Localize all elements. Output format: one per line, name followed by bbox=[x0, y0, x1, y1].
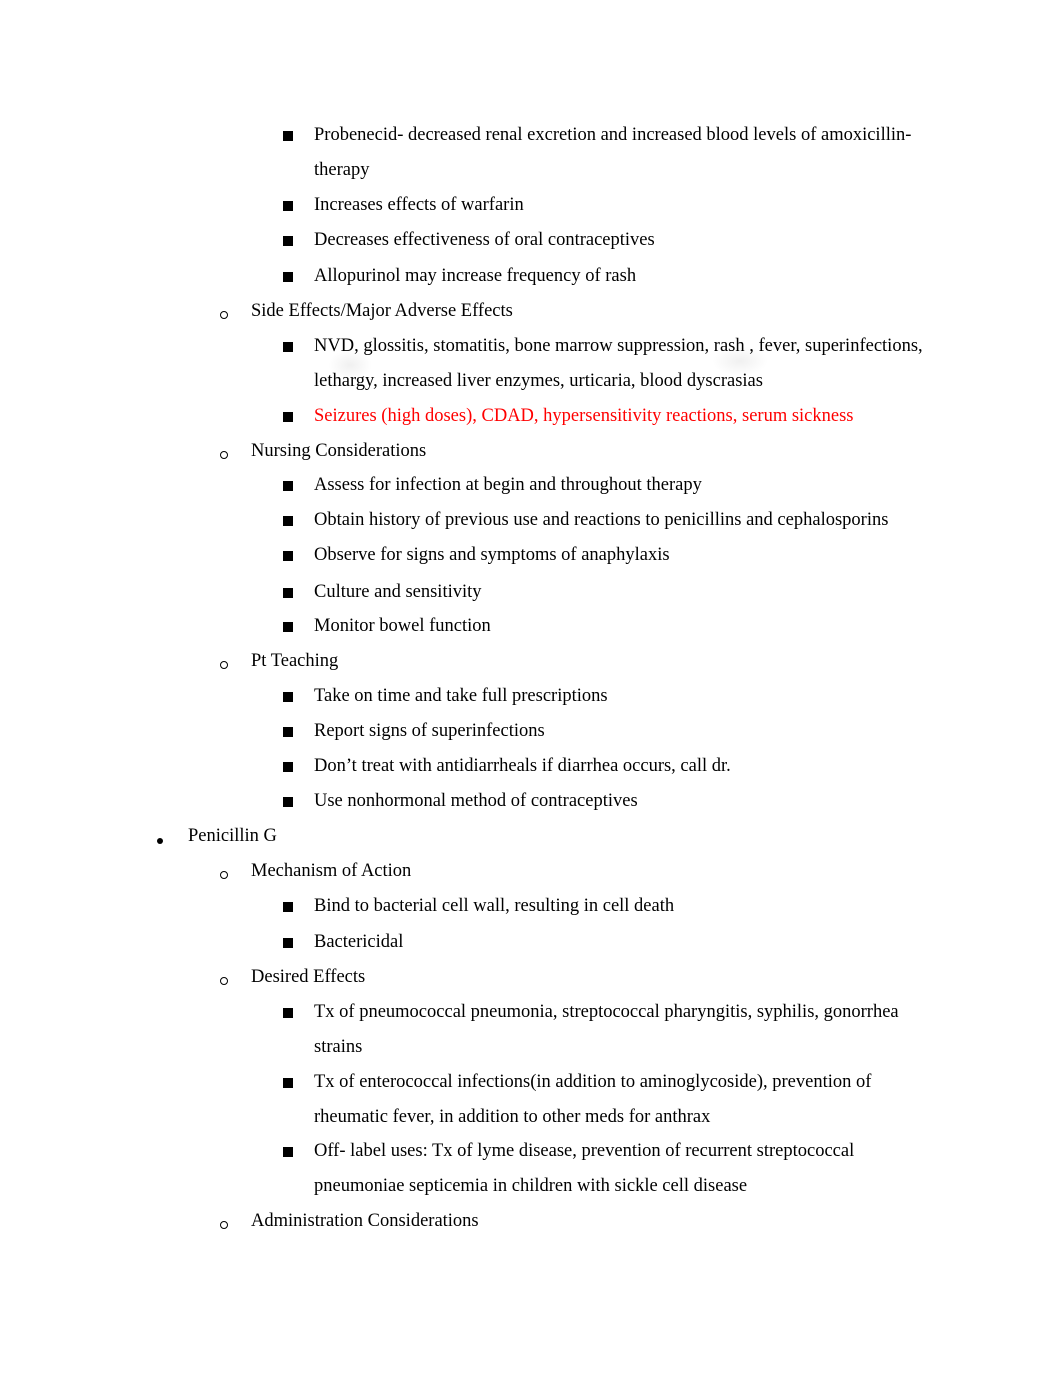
square-bullet-icon bbox=[283, 616, 293, 638]
teaching-item: Use nonhormonal method of contraceptives bbox=[314, 791, 638, 811]
section-heading-nursing: Nursing Considerations bbox=[251, 441, 427, 461]
desired-effect-item-continued: strains bbox=[314, 1037, 363, 1057]
circle-bullet-icon bbox=[220, 443, 228, 465]
drug-name-heading: Penicillin G bbox=[188, 826, 277, 846]
disc-bullet-icon bbox=[157, 828, 163, 850]
square-bullet-icon bbox=[283, 510, 293, 532]
nursing-item: Observe for signs and symptoms of anaphy… bbox=[314, 545, 670, 565]
square-bullet-icon bbox=[283, 545, 293, 567]
square-bullet-icon bbox=[283, 230, 293, 252]
desired-effect-item: Off- label uses: Tx of lyme disease, pre… bbox=[314, 1141, 855, 1161]
square-bullet-icon bbox=[283, 475, 293, 497]
square-bullet-icon bbox=[283, 1141, 293, 1163]
square-bullet-icon bbox=[283, 896, 293, 918]
adverse-effect-item: Seizures (high doses), CDAD, hypersensit… bbox=[314, 406, 854, 426]
desired-effect-item: Tx of pneumococcal pneumonia, streptococ… bbox=[314, 1002, 899, 1022]
desired-effect-item-continued: rheumatic fever, in addition to other me… bbox=[314, 1107, 711, 1127]
circle-bullet-icon bbox=[220, 653, 228, 675]
circle-bullet-icon bbox=[220, 969, 228, 991]
square-bullet-icon bbox=[283, 721, 293, 743]
desired-effect-item-continued: pneumoniae septicemia in children with s… bbox=[314, 1176, 748, 1196]
interaction-item: Probenecid- decreased renal excretion an… bbox=[314, 125, 912, 145]
square-bullet-icon bbox=[283, 266, 293, 288]
square-bullet-icon bbox=[283, 932, 293, 954]
interaction-item: Decreases effectiveness of oral contrace… bbox=[314, 230, 655, 250]
teaching-item: Report signs of superinfections bbox=[314, 721, 545, 741]
interaction-item-continued: therapy bbox=[314, 160, 370, 180]
document-page: Probenecid- decreased renal excretion an… bbox=[0, 0, 1062, 1376]
side-effect-item: NVD, glossitis, stomatitis, bone marrow … bbox=[314, 336, 923, 356]
section-heading-mechanism: Mechanism of Action bbox=[251, 861, 412, 881]
nursing-item: Obtain history of previous use and react… bbox=[314, 510, 889, 530]
nursing-item: Culture and sensitivity bbox=[314, 582, 482, 602]
square-bullet-icon bbox=[283, 195, 293, 217]
section-heading-side-effects: Side Effects/Major Adverse Effects bbox=[251, 301, 513, 321]
square-bullet-icon bbox=[283, 1002, 293, 1024]
square-bullet-icon bbox=[283, 582, 293, 604]
square-bullet-icon bbox=[283, 1072, 293, 1094]
teaching-item: Don’t treat with antidiarrheals if diarr… bbox=[314, 756, 731, 776]
square-bullet-icon bbox=[283, 125, 293, 147]
section-heading-administration: Administration Considerations bbox=[251, 1211, 479, 1231]
side-effect-item-continued: lethargy, increased liver enzymes, urtic… bbox=[314, 371, 763, 391]
teaching-item: Take on time and take full prescriptions bbox=[314, 686, 608, 706]
circle-bullet-icon bbox=[220, 1213, 228, 1235]
mechanism-item: Bind to bacterial cell wall, resulting i… bbox=[314, 896, 675, 916]
nursing-item: Assess for infection at begin and throug… bbox=[314, 475, 702, 495]
interaction-item: Increases effects of warfarin bbox=[314, 195, 524, 215]
nursing-item: Monitor bowel function bbox=[314, 616, 491, 636]
interaction-item: Allopurinol may increase frequency of ra… bbox=[314, 266, 637, 286]
section-heading-desired-effects: Desired Effects bbox=[251, 967, 366, 987]
desired-effect-item: Tx of enterococcal infections(in additio… bbox=[314, 1072, 872, 1092]
section-heading-pt-teaching: Pt Teaching bbox=[251, 651, 339, 671]
square-bullet-icon bbox=[283, 686, 293, 708]
square-bullet-icon bbox=[283, 336, 293, 358]
mechanism-item: Bactericidal bbox=[314, 932, 404, 952]
square-bullet-icon bbox=[283, 406, 293, 428]
square-bullet-icon bbox=[283, 791, 293, 813]
circle-bullet-icon bbox=[220, 863, 228, 885]
circle-bullet-icon bbox=[220, 303, 228, 325]
square-bullet-icon bbox=[283, 756, 293, 778]
